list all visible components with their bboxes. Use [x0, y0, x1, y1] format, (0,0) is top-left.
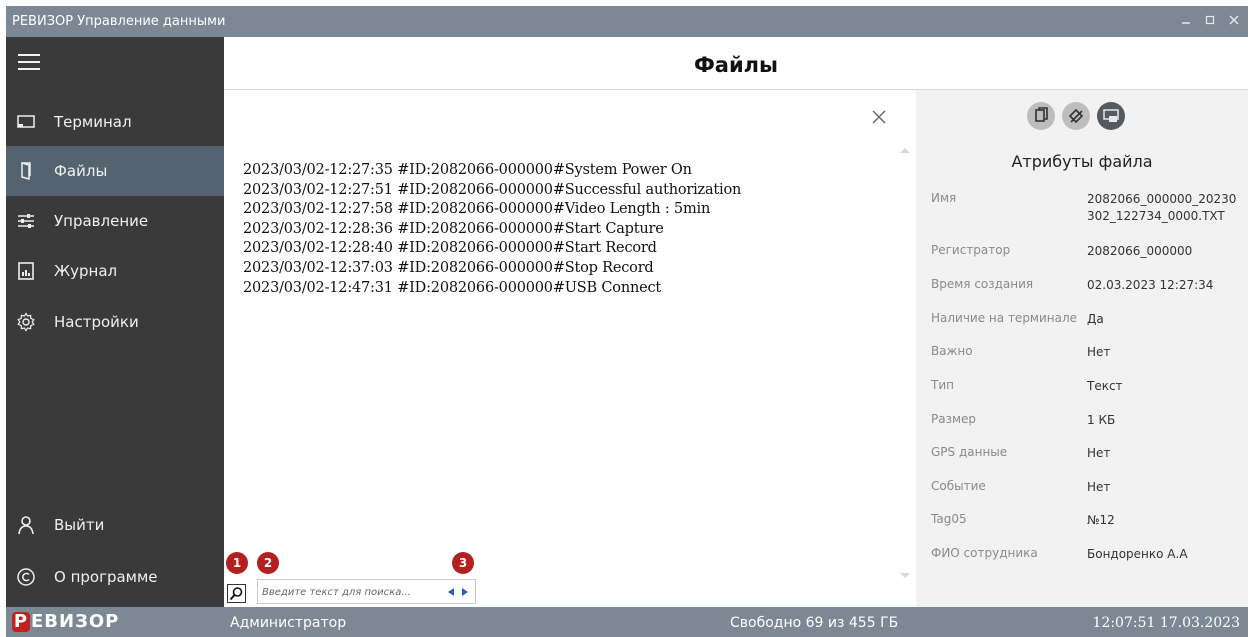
file-content-panel: 2023/03/02-12:27:35 #ID:2082066-000000#S… [224, 90, 916, 607]
sidebar-item-label: Журнал [54, 262, 118, 280]
attribute-key: GPS данные [931, 445, 1008, 459]
search-input[interactable] [262, 583, 434, 601]
copy-button[interactable] [1027, 102, 1055, 130]
log-line: 2023/03/02-12:27:51 #ID:2082066-000000#S… [243, 181, 742, 198]
attribute-value: Нет [1087, 345, 1111, 359]
maximize-icon[interactable] [1198, 10, 1222, 32]
sidebar-item-label: Управление [54, 212, 149, 230]
search-button[interactable] [227, 584, 246, 603]
close-icon[interactable] [1222, 10, 1246, 32]
sidebar-item-about[interactable]: О программе [6, 552, 224, 602]
attribute-key: Тип [931, 378, 954, 392]
attribute-key: Событие [931, 479, 986, 493]
file-text: 2023/03/02-12:27:35 #ID:2082066-000000#S… [243, 161, 883, 298]
file-attributes-panel: Атрибуты файла Имя 2082066_000000_202303… [916, 90, 1248, 607]
sidebar-item-management[interactable]: Управление [6, 196, 224, 246]
files-icon [16, 161, 36, 181]
free-space: Свободно 69 из 455 ГБ [730, 615, 899, 631]
attributes-title: Атрибуты файла [1011, 152, 1153, 171]
close-file-icon[interactable] [868, 106, 890, 128]
log-line: 2023/03/02-12:47:31 #ID:2082066-000000#U… [243, 279, 662, 296]
attribute-key: Время создания [931, 277, 1034, 291]
window-title: РЕВИЗОР Управление данными [12, 14, 226, 29]
attribute-key: Размер [931, 412, 977, 426]
sidebar-item-logout[interactable]: Выйти [6, 500, 224, 550]
sidebar-item-files[interactable]: Файлы [6, 146, 224, 196]
attribute-value: Да [1087, 312, 1104, 326]
log-line: 2023/03/02-12:28:36 #ID:2082066-000000#S… [243, 220, 664, 237]
sidebar-item-journal[interactable]: Журнал [6, 246, 224, 296]
attribute-key: Регистратор [931, 243, 1011, 257]
attribute-key: ФИО сотрудника [931, 546, 1038, 560]
status-bar: Р ЕВИЗОР Администратор Свободно 69 из 455… [6, 607, 1248, 637]
attribute-value: 1 КБ [1087, 413, 1116, 427]
log-line: 2023/03/02-12:37:03 #ID:2082066-000000#S… [243, 259, 654, 276]
export-media-button[interactable] [1097, 102, 1125, 130]
scroll-up-icon[interactable] [900, 148, 910, 153]
sidebar-item-settings[interactable]: Настройки [6, 297, 224, 347]
datetime: 12:07:51 17.03.2023 [1092, 615, 1241, 631]
search-prev-icon[interactable] [448, 588, 454, 596]
callout-badge-3: 3 [452, 552, 474, 574]
user-icon [16, 515, 36, 535]
scroll-down-icon[interactable] [900, 573, 910, 578]
sidebar: Терминал Файлы Управление Журнал Настрой [6, 37, 224, 607]
app-window: РЕВИЗОР Управление данными Терминал Файл… [0, 0, 1254, 637]
copy-icon [1035, 107, 1048, 122]
callout-badge-2: 2 [257, 552, 279, 574]
log-line: 2023/03/02-12:27:58 #ID:2082066-000000#V… [243, 201, 711, 218]
attribute-value: Нет [1087, 446, 1111, 460]
attribute-key: Наличие на терминале [931, 311, 1078, 325]
title-bar: РЕВИЗОР Управление данными [6, 6, 1248, 37]
search-field [257, 579, 476, 604]
attribute-value: Нет [1087, 480, 1111, 494]
attribute-value: №12 [1087, 513, 1115, 527]
search-next-icon[interactable] [462, 588, 468, 596]
app-logo: Р ЕВИЗОР [12, 611, 120, 632]
log-line: 2023/03/02-12:28:40 #ID:2082066-000000#S… [243, 240, 657, 257]
erase-tag-icon [1068, 108, 1084, 124]
attribute-value: Текст [1087, 379, 1123, 393]
sidebar-item-label: Выйти [54, 516, 105, 534]
sidebar-item-terminal[interactable]: Терминал [6, 97, 224, 147]
attribute-key: Tag05 [931, 512, 967, 526]
attribute-key: Имя [931, 191, 957, 205]
attribute-key: Важно [931, 344, 973, 358]
callout-badge-1: 1 [226, 552, 248, 574]
attribute-value: Бондоренко А.А [1087, 547, 1188, 561]
sidebar-item-label: Файлы [54, 162, 108, 180]
attribute-value: 02.03.2023 12:27:34 [1087, 278, 1214, 292]
page-title: Файлы [224, 37, 1248, 90]
gear-icon [16, 312, 36, 332]
menu-icon[interactable] [18, 54, 40, 70]
terminal-icon [16, 112, 36, 132]
sidebar-item-label: Терминал [54, 113, 132, 131]
erase-tag-button[interactable] [1062, 102, 1090, 130]
journal-icon [16, 261, 36, 281]
search-icon [229, 587, 243, 601]
attribute-value: 2082066_000000 [1087, 244, 1193, 258]
export-media-icon [1103, 109, 1119, 122]
attribute-value: 2082066_000000_20230302_122734_0000.TXT [1087, 192, 1237, 223]
sliders-icon [16, 211, 36, 231]
current-user: Администратор [230, 615, 347, 631]
copyright-icon [16, 567, 36, 587]
minimize-icon[interactable] [1174, 10, 1198, 32]
sidebar-item-label: О программе [54, 568, 158, 586]
sidebar-item-label: Настройки [54, 313, 139, 331]
log-line: 2023/03/02-12:27:35 #ID:2082066-000000#S… [243, 162, 692, 178]
vertical-scrollbar[interactable] [900, 148, 910, 578]
